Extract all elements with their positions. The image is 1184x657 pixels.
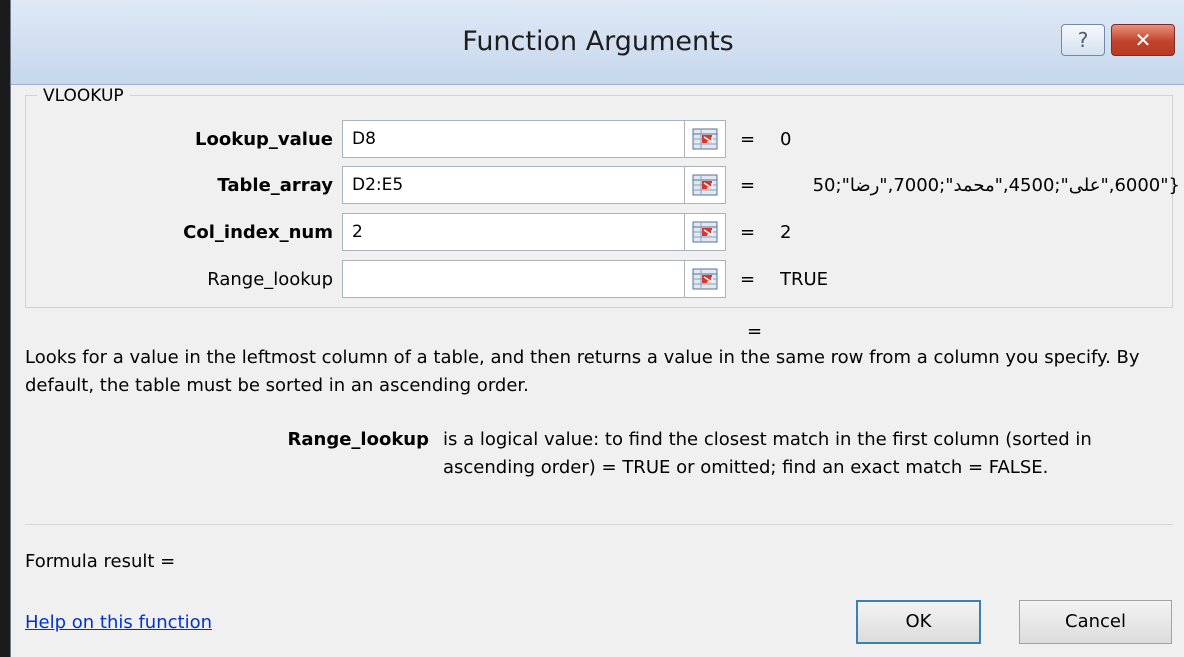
- col-index-num-range-button[interactable]: [684, 213, 726, 251]
- function-description: Looks for a value in the leftmost column…: [25, 347, 1140, 396]
- range-selector-icon: [692, 221, 718, 243]
- range-lookup-input[interactable]: [342, 260, 685, 298]
- col-index-num-label: Col_index_num: [183, 222, 333, 243]
- param-help-text: is a logical value: to find the closest …: [443, 429, 1092, 478]
- help-icon: ?: [1077, 28, 1089, 52]
- ok-button[interactable]: OK: [856, 600, 981, 644]
- function-result-equals: =: [747, 321, 763, 342]
- table-array-input[interactable]: D2:E5: [342, 166, 685, 204]
- table-array-result: {"6000,"على";4500,"محمد";7000,"رضا";50: [812, 175, 1180, 196]
- lookup-value-result: 0: [780, 129, 792, 150]
- close-icon: ✕: [1134, 28, 1152, 52]
- window-left-edge: [0, 0, 10, 657]
- range-lookup-result: TRUE: [780, 269, 829, 290]
- lookup-value-equals: =: [740, 129, 756, 150]
- lookup-value-range-button[interactable]: [684, 120, 726, 158]
- col-index-num-equals: =: [740, 222, 756, 243]
- dialog-title: Function Arguments: [462, 26, 734, 57]
- title-bar[interactable]: Function Arguments ? ✕: [11, 0, 1184, 85]
- col-index-num-result: 2: [780, 222, 792, 243]
- range-selector-icon: [692, 174, 718, 196]
- cancel-button[interactable]: Cancel: [1019, 600, 1172, 644]
- range-selector-icon: [692, 268, 718, 290]
- lookup-value-input[interactable]: D8: [342, 120, 685, 158]
- range-lookup-label: Range_lookup: [207, 269, 333, 290]
- function-arguments-dialog: Function Arguments ? ✕ VLOOKUP Lookup_va…: [10, 0, 1184, 657]
- formula-result-label: Formula result =: [25, 551, 176, 572]
- table-array-range-button[interactable]: [684, 166, 726, 204]
- help-button[interactable]: ?: [1061, 24, 1105, 56]
- table-array-equals: =: [740, 175, 756, 196]
- range-lookup-equals: =: [740, 269, 756, 290]
- table-array-label: Table_array: [217, 175, 333, 196]
- param-help-name: Range_lookup: [287, 429, 430, 450]
- function-name: VLOOKUP: [37, 86, 130, 106]
- help-on-function-link[interactable]: Help on this function: [25, 609, 212, 637]
- separator: [25, 524, 1173, 525]
- lookup-value-label: Lookup_value: [195, 129, 333, 150]
- close-button[interactable]: ✕: [1111, 24, 1175, 56]
- range-selector-icon: [692, 128, 718, 150]
- range-lookup-range-button[interactable]: [684, 260, 726, 298]
- col-index-num-input[interactable]: 2: [342, 213, 685, 251]
